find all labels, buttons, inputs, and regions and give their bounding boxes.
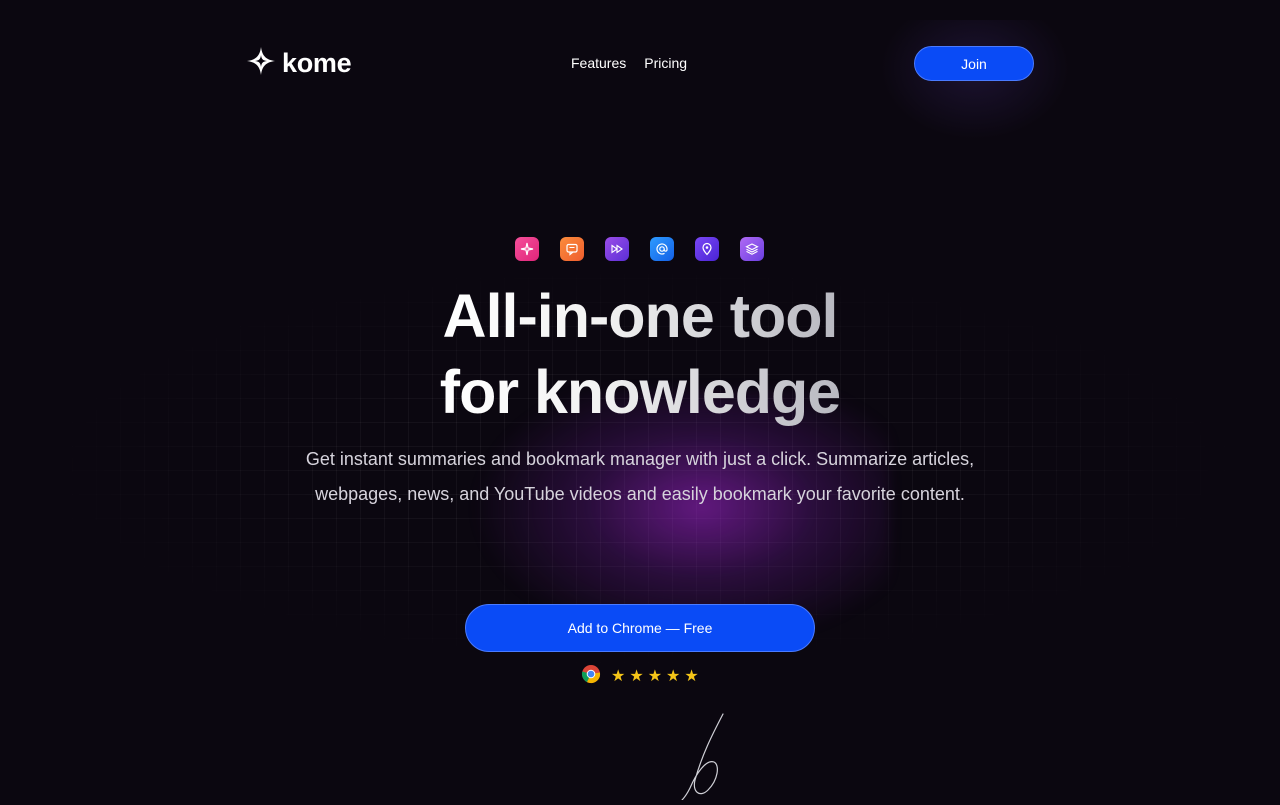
- nav-link-features[interactable]: Features: [571, 55, 626, 71]
- four-point-star-icon: [246, 46, 276, 81]
- add-to-chrome-button[interactable]: Add to Chrome — Free: [465, 604, 815, 652]
- top-nav: Features Pricing: [571, 55, 687, 71]
- star-icon: ★: [647, 667, 663, 685]
- hero-subtitle-line1: Get instant summaries and bookmark manag…: [305, 449, 975, 469]
- nav-link-pricing[interactable]: Pricing: [644, 55, 687, 71]
- sparkle-icon: [515, 237, 539, 261]
- at-sign-icon: [650, 237, 674, 261]
- star-icon: ★: [666, 667, 681, 685]
- brand-logo[interactable]: kome: [246, 46, 352, 81]
- star-icon: ★: [611, 667, 626, 685]
- hero-subtitle-line2: webpages, news, and YouTube videos and e…: [315, 484, 965, 504]
- decorative-scribble: [640, 710, 740, 805]
- layers-icon: [740, 237, 764, 261]
- join-button[interactable]: Join: [914, 46, 1034, 81]
- rating-row: ★ ★ ★ ★ ★: [581, 664, 699, 689]
- feature-icon-row: [515, 237, 764, 261]
- hero-headline-line1: All-in-one tool: [442, 282, 839, 350]
- brand-name: kome: [282, 48, 352, 78]
- star-icon: ★: [629, 667, 644, 685]
- hero-headline-line2: for knowledge: [439, 358, 841, 426]
- fast-forward-icon: [605, 237, 629, 261]
- star-icon: ★: [684, 667, 699, 685]
- chrome-icon: [581, 664, 601, 689]
- chat-icon: [560, 237, 584, 261]
- location-pin-icon: [695, 237, 719, 261]
